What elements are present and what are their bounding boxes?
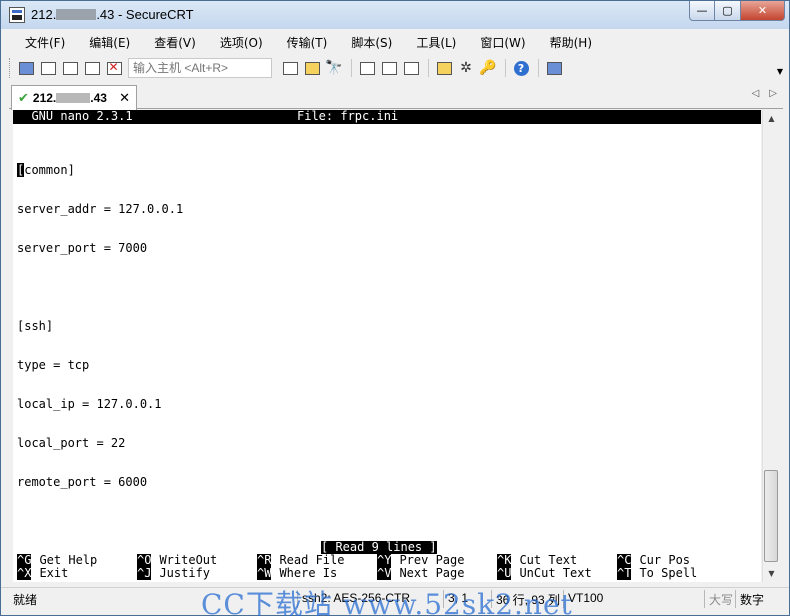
scroll-up-icon[interactable]: ▲ — [763, 110, 780, 127]
shortcut-next-page: ^V Next Page — [377, 566, 465, 580]
tab-next-icon[interactable]: ▷ — [769, 88, 777, 99]
connect-in-tab-icon[interactable] — [60, 58, 80, 78]
tab-navigation: ◁ ▷ — [752, 88, 777, 99]
file-line: server_port = 7000 — [17, 241, 148, 255]
menu-script[interactable]: 脚本(S) — [335, 32, 400, 52]
session-options-icon[interactable] — [434, 58, 454, 78]
host-command-input[interactable] — [128, 58, 272, 78]
toolbar-separator — [505, 59, 506, 77]
terminal-screen[interactable]: GNU nano 2.3.1 File: frpc.ini [common] se… — [13, 110, 761, 582]
session-tab-label: 212. .43 — [32, 91, 107, 105]
scrollbar-thumb[interactable] — [764, 470, 778, 562]
status-protocol: ssh2: AES-256-CTR — [297, 590, 414, 608]
caption-buttons: — ▢ ✕ — [689, 1, 785, 21]
print-selection-icon[interactable] — [401, 58, 421, 78]
status-bar: 就绪 ssh2: AES-256-CTR 3, 1 36 行, 93 列 VT1… — [1, 587, 789, 609]
menu-transfer[interactable]: 传输(T) — [271, 32, 336, 52]
file-line: local_port = 22 — [17, 436, 126, 450]
scroll-down-icon[interactable]: ▼ — [763, 565, 780, 582]
close-button[interactable]: ✕ — [741, 1, 785, 21]
menu-view[interactable]: 查看(V) — [138, 32, 204, 52]
menu-window[interactable]: 窗口(W) — [464, 32, 533, 52]
menu-tools[interactable]: 工具(L) — [400, 32, 464, 52]
quick-connect-icon[interactable] — [38, 58, 58, 78]
session-tab[interactable]: ✔ 212. .43 ✕ — [11, 85, 137, 110]
toolbar-overflow-icon[interactable]: ▼ — [777, 67, 783, 76]
toolbar-grip[interactable] — [9, 58, 12, 78]
print-icon[interactable] — [357, 58, 377, 78]
reconnect-icon[interactable] — [82, 58, 102, 78]
key-icon[interactable]: 🔑 — [478, 58, 498, 78]
vertical-scrollbar[interactable]: ▲ ▼ — [762, 110, 779, 582]
toolbar-separator — [428, 59, 429, 77]
redacted-ip — [56, 93, 91, 103]
securecrt-window: 212. .43 - SecureCRT — ▢ ✕ 文件(F) 编辑(E) 查看… — [0, 0, 790, 616]
print-setup-icon[interactable] — [379, 58, 399, 78]
toolbar-separator — [538, 59, 539, 77]
file-line: server_addr = 127.0.0.1 — [17, 202, 184, 216]
menu-options[interactable]: 选项(O) — [204, 32, 271, 52]
window-title: 212. .43 - SecureCRT — [31, 7, 194, 22]
menu-edit[interactable]: 编辑(E) — [73, 32, 138, 52]
connected-check-icon: ✔ — [18, 90, 29, 106]
status-ready: 就绪 — [13, 593, 38, 607]
file-line: type = tcp — [17, 358, 90, 372]
menu-file[interactable]: 文件(F) — [9, 32, 73, 52]
shortcut-uncut-text: ^U UnCut Text — [497, 566, 592, 580]
file-line: [ssh] — [17, 319, 54, 333]
help-icon[interactable]: ? — [511, 58, 531, 78]
sftp-icon[interactable] — [544, 58, 564, 78]
global-options-icon[interactable]: ✲ — [456, 58, 476, 78]
disconnect-icon[interactable] — [104, 58, 124, 78]
shortcut-justify: ^J Justify — [137, 566, 211, 580]
copy-icon[interactable] — [280, 58, 300, 78]
shortcut-to-spell: ^T To Spell — [617, 566, 698, 580]
file-content: [common] server_addr = 127.0.0.1 server_… — [17, 138, 183, 515]
minimize-button[interactable]: — — [689, 1, 715, 21]
tab-close-icon[interactable]: ✕ — [119, 91, 130, 106]
status-caps-lock: 大写 — [704, 590, 737, 608]
paste-icon[interactable] — [302, 58, 322, 78]
status-num-lock: 数字 — [735, 590, 768, 608]
tab-prev-icon[interactable]: ◁ — [752, 88, 760, 99]
toolbar-separator — [351, 59, 352, 77]
toolbar: 🔭 ✲ 🔑 ? ▼ — [9, 55, 783, 81]
title-bar[interactable]: 212. .43 - SecureCRT — ▢ ✕ — [1, 1, 789, 29]
menu-bar: 文件(F) 编辑(E) 查看(V) 选项(O) 传输(T) 脚本(S) 工具(L… — [9, 32, 600, 52]
shortcut-where-is: ^W Where Is — [257, 566, 338, 580]
redacted-ip — [56, 9, 97, 20]
status-cursor-position: 3, 1 — [443, 590, 472, 608]
shortcut-exit: ^X Exit — [17, 566, 69, 580]
menu-help[interactable]: 帮助(H) — [534, 32, 600, 52]
file-line: remote_port = 6000 — [17, 475, 148, 489]
session-tab-strip: ✔ 212. .43 ✕ ◁ ▷ — [9, 83, 783, 110]
file-line — [17, 281, 183, 294]
file-line: local_ip = 127.0.0.1 — [17, 397, 162, 411]
status-terminal-size: 36 行, 93 列 — [491, 590, 564, 608]
maximize-button[interactable]: ▢ — [715, 1, 741, 21]
file-line: [common] — [17, 163, 75, 177]
nano-header: GNU nano 2.3.1 File: frpc.ini — [13, 110, 761, 124]
nano-shortcut-bar: ^G Get Help ^O WriteOut ^R Read File ^Y Prev… — [17, 554, 761, 580]
connect-icon[interactable] — [16, 58, 36, 78]
nano-filename: File: frpc.ini — [297, 110, 399, 123]
securecrt-app-icon[interactable] — [9, 7, 25, 23]
status-terminal-type: VT100 — [563, 590, 607, 608]
find-icon[interactable]: 🔭 — [324, 58, 344, 78]
shortcut-row: ^X Exit ^J Justify ^W Where Is ^V Next Page … — [17, 567, 761, 580]
shortcut-get-help: ^G Get Help — [17, 553, 98, 567]
